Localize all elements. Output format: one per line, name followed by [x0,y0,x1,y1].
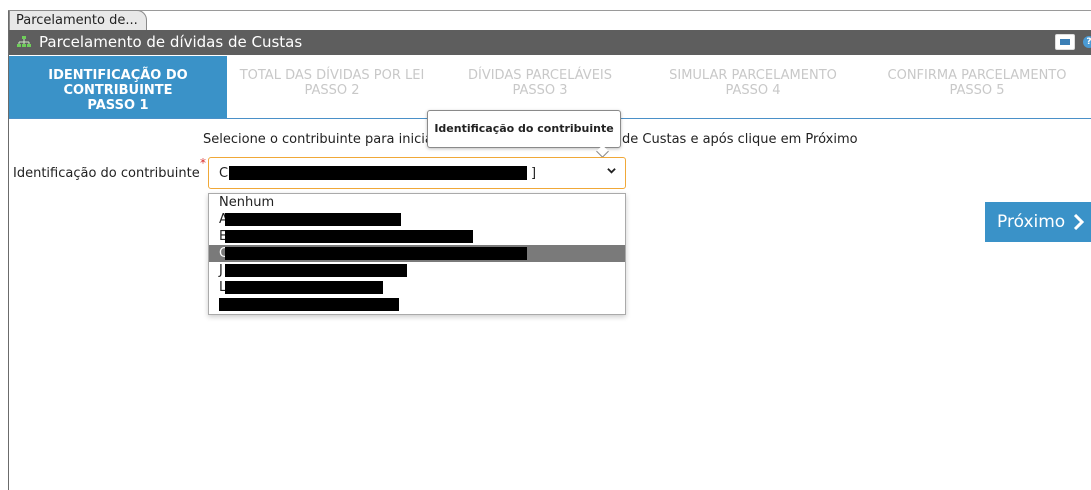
tree-icon [17,36,31,47]
step-1-number: PASSO 1 [87,98,149,113]
option-item[interactable]: E [209,228,625,245]
help-icon[interactable]: ? [1083,36,1091,48]
step-5-label: CONFIRMA PARCELAMENTO [887,68,1067,83]
step-2-number: PASSO 2 [304,83,360,98]
contribuinte-options[interactable]: Nenhum A E C J L [208,193,626,315]
step-2[interactable]: TOTAL DAS DÍVIDAS POR LEI PASSO 2 [227,56,437,118]
contribuinte-label: Identificação do contribuinte [13,166,200,181]
redaction-bar [225,213,401,226]
title-bar: Parcelamento de dívidas de Custas ? [9,30,1091,55]
redaction-bar [225,230,473,243]
page-title: Parcelamento de dívidas de Custas [39,33,303,51]
step-3-number: PASSO 3 [512,83,568,98]
step-1[interactable]: IDENTIFICAÇÃO DO CONTRIBUINTE PASSO 1 [9,56,227,118]
next-button-label: Próximo [997,212,1066,232]
step-1-label: IDENTIFICAÇÃO DO [48,68,188,83]
option-nenhum[interactable]: Nenhum [209,194,625,211]
redaction-bar [219,298,399,311]
select-value-suffix: ] [531,166,537,181]
option-item[interactable]: L [209,279,625,296]
next-button[interactable]: Próximo [985,202,1091,242]
field-tooltip: Identificação do contribuinte [427,110,621,148]
instruction-end: de Custas e após clique em Próximo [622,132,858,147]
chevron-right-icon [1073,214,1085,230]
redaction-bar [229,166,527,180]
option-item[interactable]: J [209,262,625,279]
option-label: J [219,263,223,278]
step-2-label: TOTAL DAS DÍVIDAS POR LEI [239,68,425,83]
step-4[interactable]: SIMULAR PARCELAMENTO PASSO 4 [643,56,863,118]
window-tab-title: Parcelamento de... [16,13,138,28]
select-value-prefix: C [219,166,229,181]
instruction-start: Selecione o contribuinte para inicia [203,132,433,147]
book-icon[interactable] [1055,34,1075,50]
step-1-label-2: CONTRIBUINTE [63,83,173,98]
step-5-number: PASSO 5 [949,83,1005,98]
option-label: Nenhum [219,195,275,210]
required-marker: * [200,156,206,170]
step-3[interactable]: DÍVIDAS PARCELÁVEIS PASSO 3 [437,56,643,118]
redaction-bar [225,264,407,277]
option-item[interactable]: A [209,211,625,228]
step-5[interactable]: CONFIRMA PARCELAMENTO PASSO 5 [863,56,1091,118]
option-item[interactable] [209,296,625,313]
redaction-bar [225,247,527,260]
step-4-label: SIMULAR PARCELAMENTO [669,68,837,83]
chevron-down-icon[interactable] [607,166,616,175]
step-3-label: DÍVIDAS PARCELÁVEIS [467,68,612,83]
option-item-selected[interactable]: C [209,245,625,262]
contribuinte-select[interactable]: C ] [208,157,626,189]
window-tab[interactable]: Parcelamento de... [9,10,147,30]
redaction-bar [225,281,383,294]
step-4-number: PASSO 4 [725,83,781,98]
